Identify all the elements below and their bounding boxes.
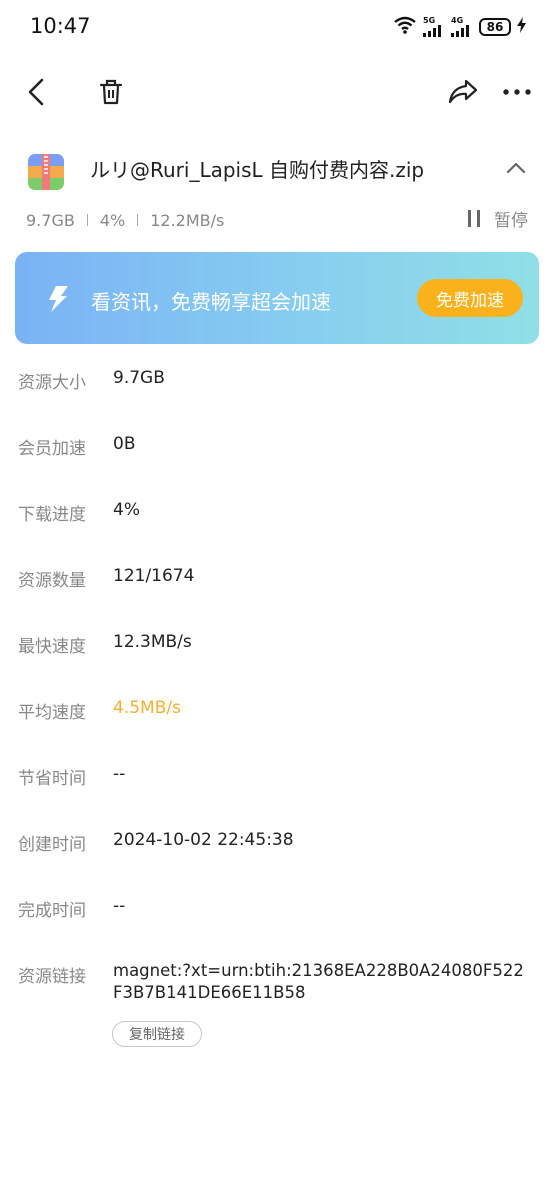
detail-value: -- (113, 764, 126, 784)
detail-value: 2024-10-02 22:45:38 (113, 830, 294, 850)
network-4g-label: 4G (451, 16, 464, 25)
share-icon (448, 79, 478, 104)
detail-label: 节省时间 (18, 769, 86, 789)
toolbar (0, 62, 554, 122)
file-size: 9.7GB (26, 210, 75, 230)
free-boost-button[interactable]: 免费加速 (417, 279, 523, 317)
detail-value: -- (113, 896, 126, 916)
trash-icon (99, 79, 123, 105)
zip-file-icon (26, 152, 66, 192)
status-icons: 5G 4G 86 (393, 16, 526, 38)
detail-value: 4% (113, 500, 140, 520)
charging-icon (517, 17, 526, 37)
back-arrow-icon (28, 78, 44, 106)
file-name: ルリ@Ruri_LapisL 自购付费内容.zip (90, 158, 425, 182)
detail-label: 平均速度 (18, 703, 86, 723)
detail-label: 最快速度 (18, 637, 86, 657)
signal-4g-icon: 4G (451, 17, 473, 37)
detail-label: 资源大小 (18, 373, 86, 393)
collapse-button[interactable] (500, 152, 532, 184)
battery-icon: 86 (479, 18, 511, 36)
copy-link-button[interactable]: 复制链接 (112, 1021, 202, 1047)
pause-label: 暂停 (494, 211, 528, 231)
divider (137, 214, 139, 226)
detail-value: 12.3MB/s (113, 632, 192, 652)
download-percent: 4% (99, 210, 126, 230)
divider (86, 214, 88, 226)
signal-5g-icon: 5G (423, 17, 445, 37)
share-button[interactable] (441, 70, 485, 114)
file-header: ルリ@Ruri_LapisL 自购付费内容.zip (26, 150, 536, 198)
status-bar: 10:47 5G 4G 86 (0, 0, 554, 56)
download-speed: 12.2MB/s (150, 210, 225, 230)
detail-label: 资源链接 (18, 967, 86, 987)
more-icon (503, 89, 531, 95)
detail-label: 会员加速 (18, 439, 86, 459)
download-stats: 9.7GB 4% 12.2MB/s (26, 208, 224, 232)
detail-value: 121/1674 (113, 566, 195, 586)
delete-button[interactable] (89, 70, 133, 114)
network-5g-label: 5G (423, 16, 436, 25)
chevron-up-icon (506, 162, 526, 174)
banner-text: 看资讯，免费畅享超会加速 (91, 290, 331, 314)
lightning-logo-icon (45, 285, 71, 313)
detail-label: 创建时间 (18, 835, 86, 855)
pause-icon (468, 210, 480, 227)
status-time: 10:47 (30, 14, 91, 38)
back-button[interactable] (14, 70, 58, 114)
more-button[interactable] (495, 70, 539, 114)
wifi-icon (393, 16, 417, 38)
speedup-banner[interactable]: 看资讯，免费畅享超会加速 免费加速 (15, 252, 539, 344)
pause-button[interactable]: 暂停 (468, 206, 528, 231)
detail-label: 下载进度 (18, 505, 86, 525)
detail-value: 0B (113, 434, 136, 454)
detail-label: 资源数量 (18, 571, 86, 591)
detail-label: 完成时间 (18, 901, 86, 921)
detail-value: 4.5MB/s (113, 698, 181, 718)
magnet-link[interactable]: magnet:?xt=urn:btih:21368EA228B0A24080F5… (113, 960, 533, 1004)
detail-value: 9.7GB (113, 368, 165, 388)
